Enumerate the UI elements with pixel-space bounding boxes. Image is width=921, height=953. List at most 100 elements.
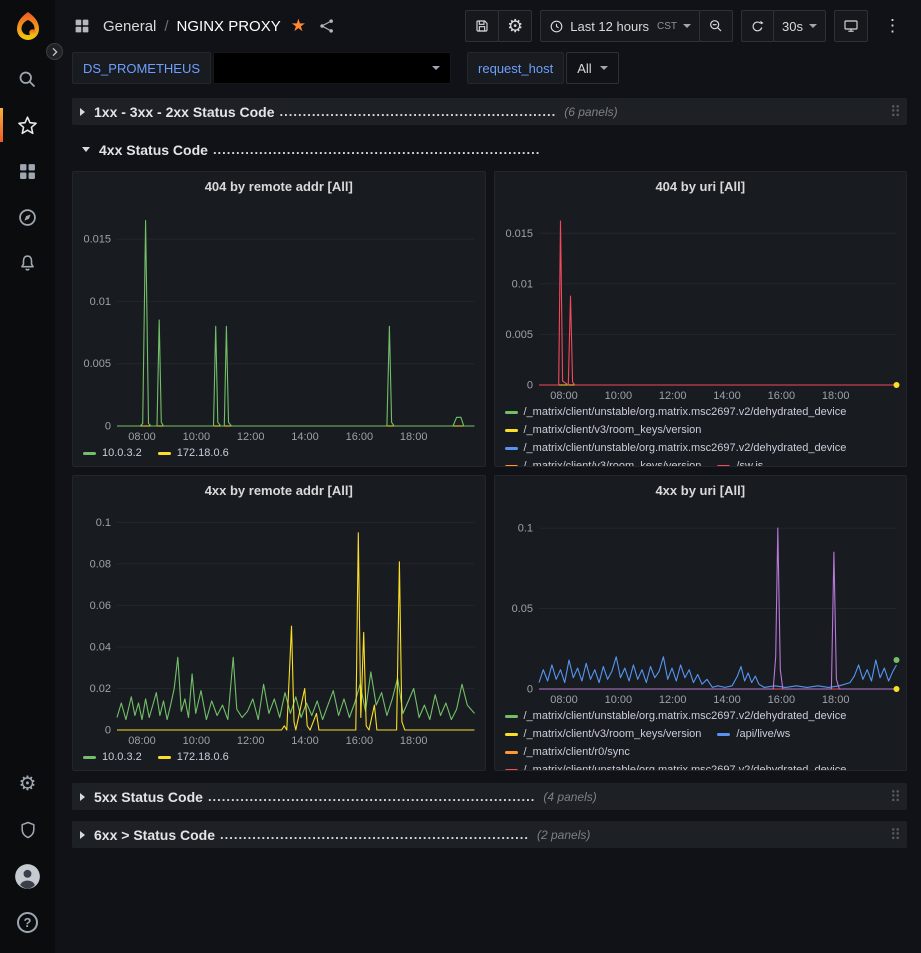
time-series-chart[interactable]: 00.050.108:0010:0012:0014:0016:0018:00 (495, 504, 907, 706)
monitor-icon (843, 18, 859, 34)
request-host-select[interactable]: All (566, 52, 618, 84)
legend-item[interactable]: 10.0.3.2 (83, 748, 142, 766)
svg-text:12:00: 12:00 (237, 735, 265, 747)
legend-swatch (505, 751, 518, 754)
legend-item[interactable]: /_matrix/client/unstable/org.matrix.msc2… (505, 439, 847, 457)
svg-text:0: 0 (105, 725, 111, 737)
sidebar-collapse-button[interactable] (46, 43, 63, 60)
svg-text:12:00: 12:00 (658, 694, 686, 706)
grafana-logo[interactable] (12, 10, 44, 42)
panel-title[interactable]: 4xx by remote addr [All] (73, 476, 485, 504)
svg-text:0.01: 0.01 (90, 296, 111, 308)
svg-text:16:00: 16:00 (767, 694, 795, 706)
row-1xx-3xx-2xx-status-code[interactable]: 1xx - 3xx - 2xx Status Code ............… (72, 98, 907, 125)
panel-grid: 404 by remote addr [All] 00.0050.010.015… (72, 171, 907, 771)
sidebar-item-alerting[interactable] (0, 240, 55, 286)
svg-text:10:00: 10:00 (183, 431, 211, 443)
gear-icon: ⚙ (19, 774, 37, 794)
legend-item[interactable]: /_matrix/client/v3/room_keys/version (505, 725, 702, 743)
row-drag-handle[interactable]: ⠿ (890, 788, 901, 806)
row-5xx-status-code[interactable]: 5xx Status Code ........................… (72, 783, 907, 810)
legend-item[interactable]: /_matrix/client/unstable/org.matrix.msc2… (505, 707, 847, 725)
legend-item[interactable]: 10.0.3.2 (83, 444, 142, 462)
svg-text:12:00: 12:00 (237, 431, 265, 443)
save-dashboard-button[interactable] (465, 10, 499, 42)
sidebar-item-starred[interactable] (0, 102, 55, 148)
row-drag-handle[interactable]: ⠿ (890, 826, 901, 844)
sidebar-item-help[interactable]: ? (0, 899, 55, 945)
legend-label: 10.0.3.2 (102, 748, 142, 766)
panel-title[interactable]: 4xx by uri [All] (495, 476, 907, 504)
share-icon[interactable] (314, 13, 340, 39)
chevron-down-icon (82, 147, 90, 152)
ds-prometheus-select[interactable] (213, 52, 451, 84)
bell-icon (17, 253, 38, 274)
sidebar-item-search[interactable] (0, 56, 55, 102)
legend-item[interactable]: /_matrix/client/unstable/org.matrix.msc2… (505, 761, 847, 771)
dashboard-content: 1xx - 3xx - 2xx Status Code ............… (55, 90, 921, 953)
legend-item[interactable]: /api/live/ws (717, 725, 790, 743)
breadcrumb-folder[interactable]: General (103, 18, 156, 35)
row-title: 6xx > Status Code (94, 827, 215, 843)
time-series-chart[interactable]: 00.020.040.060.080.108:0010:0012:0014:00… (73, 504, 485, 747)
sidebar-item-admin[interactable] (0, 807, 55, 853)
panel-legend: 10.0.3.2 172.18.0.6 (73, 747, 485, 770)
chevron-right-icon (50, 47, 60, 57)
panel-title[interactable]: 404 by remote addr [All] (73, 172, 485, 200)
svg-text:0.015: 0.015 (505, 228, 533, 240)
dashboard-settings-button[interactable]: ⚙ (498, 10, 532, 42)
sidebar-item-profile[interactable] (0, 853, 55, 899)
legend-label: /sw.js (736, 457, 763, 467)
legend-label: /_matrix/client/unstable/org.matrix.msc2… (524, 707, 847, 725)
help-icon: ? (17, 912, 38, 933)
legend-row: /_matrix/client/v3/room_keys/version/sw.… (505, 457, 899, 467)
sidebar-item-configuration[interactable]: ⚙ (0, 761, 55, 807)
legend-item[interactable]: 172.18.0.6 (158, 748, 229, 766)
time-series-chart[interactable]: 00.0050.010.01508:0010:0012:0014:0016:00… (495, 200, 907, 402)
refresh-button[interactable] (741, 10, 774, 42)
svg-text:14:00: 14:00 (713, 694, 741, 706)
refresh-interval-select[interactable]: 30s (773, 10, 826, 42)
svg-text:18:00: 18:00 (400, 735, 428, 747)
legend-item[interactable]: /_matrix/client/v3/room_keys/version (505, 457, 702, 467)
dashboard-title[interactable]: NGINX PROXY (177, 18, 281, 35)
more-options-menu[interactable]: ⋮ (876, 10, 909, 42)
legend-label: /_matrix/client/unstable/org.matrix.msc2… (524, 439, 847, 457)
legend-swatch (505, 429, 518, 432)
panel-404-by-remote-addr: 404 by remote addr [All] 00.0050.010.015… (72, 171, 486, 467)
zoom-out-time-button[interactable] (699, 10, 733, 42)
legend-item[interactable]: /_matrix/client/r0/sync (505, 743, 630, 761)
legend-label: /api/live/ws (736, 725, 790, 743)
variable-label-request-host[interactable]: request_host (467, 52, 564, 84)
time-range-picker[interactable]: Last 12 hours CST (540, 10, 700, 42)
legend-label: /_matrix/client/unstable/org.matrix.msc2… (524, 761, 847, 771)
svg-text:0.005: 0.005 (505, 329, 533, 341)
legend-swatch (717, 733, 730, 736)
sidebar-item-dashboards[interactable] (0, 148, 55, 194)
row-title: 4xx Status Code (99, 142, 208, 158)
svg-text:0.1: 0.1 (517, 523, 532, 535)
row-title: 1xx - 3xx - 2xx Status Code (94, 104, 275, 120)
tv-mode-button[interactable] (834, 10, 868, 42)
legend-swatch (158, 756, 171, 759)
apps-grid-icon[interactable] (69, 13, 95, 39)
row-4xx-status-code[interactable]: 4xx Status Code ........................… (72, 136, 907, 163)
svg-text:0.02: 0.02 (90, 683, 111, 695)
legend-item[interactable]: /_matrix/client/unstable/org.matrix.msc2… (505, 403, 847, 421)
sidebar-item-explore[interactable] (0, 194, 55, 240)
time-series-chart[interactable]: 00.0050.010.01508:0010:0012:0014:0016:00… (73, 200, 485, 443)
row-6xx-status-code[interactable]: 6xx > Status Code ......................… (72, 821, 907, 848)
panel-4xx-by-remote-addr: 4xx by remote addr [All] 00.020.040.060.… (72, 475, 486, 771)
legend-row: /_matrix/client/r0/sync (505, 743, 899, 761)
legend-item[interactable]: /sw.js (717, 457, 763, 467)
legend-item[interactable]: 172.18.0.6 (158, 444, 229, 462)
favorite-star-icon[interactable]: ★ (291, 16, 306, 36)
svg-text:18:00: 18:00 (821, 694, 849, 706)
variable-label-ds-prometheus[interactable]: DS_PROMETHEUS (72, 52, 211, 84)
caret-down-icon (432, 66, 440, 70)
panel-title[interactable]: 404 by uri [All] (495, 172, 907, 200)
variables-bar: DS_PROMETHEUS request_host All (55, 52, 921, 90)
legend-item[interactable]: /_matrix/client/v3/room_keys/version (505, 421, 702, 439)
row-drag-handle[interactable]: ⠿ (890, 103, 901, 121)
svg-text:08:00: 08:00 (128, 735, 156, 747)
